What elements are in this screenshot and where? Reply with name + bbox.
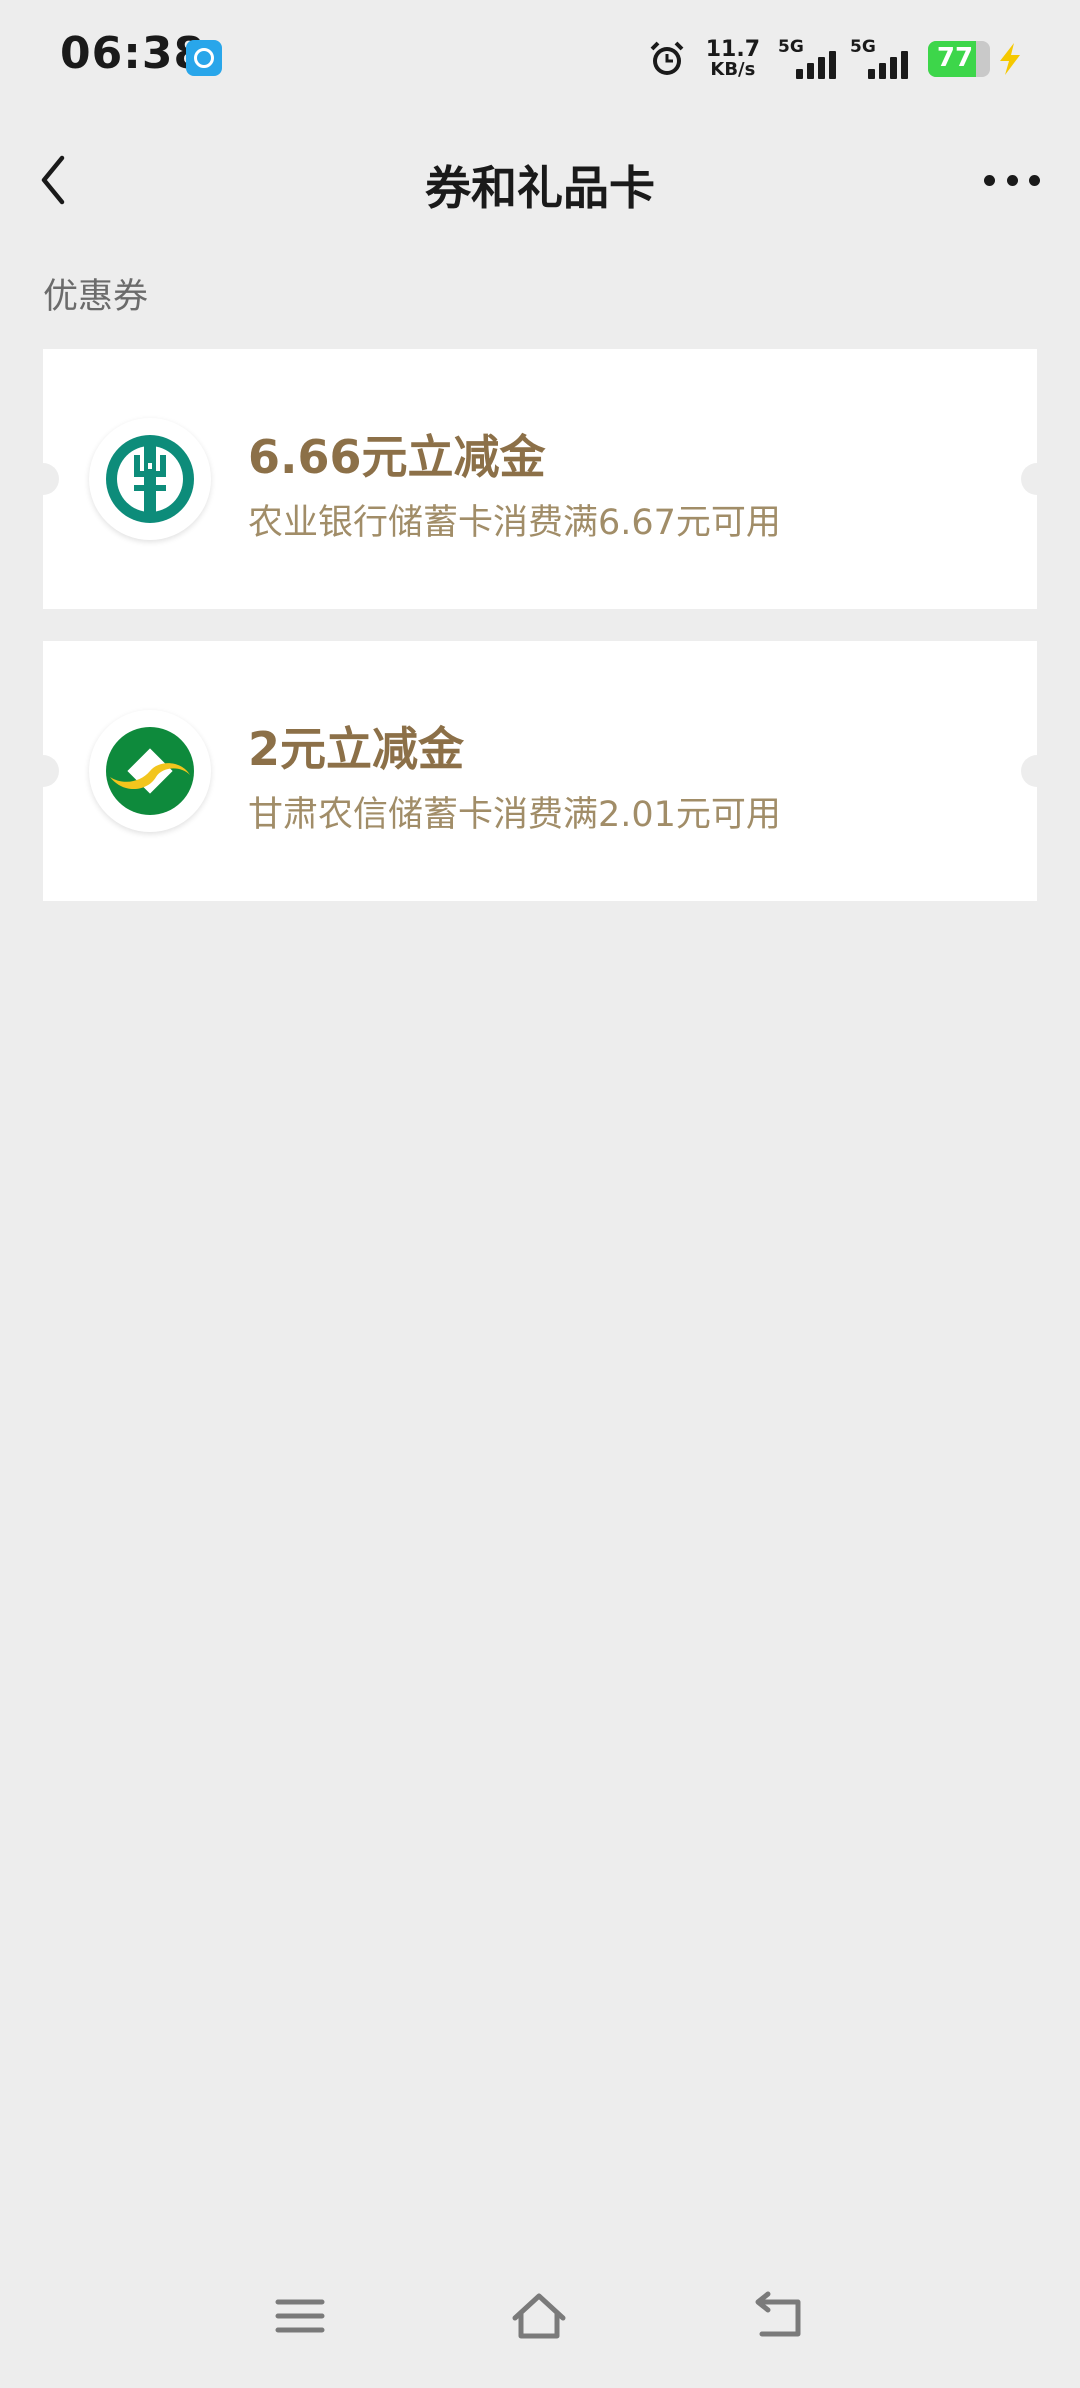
network-speed-value: 11.7 xyxy=(705,37,760,62)
network-speed-unit: KB/s xyxy=(710,59,756,80)
home-icon[interactable] xyxy=(511,2288,567,2344)
signal-bars-icon xyxy=(796,51,836,79)
coupon-title: 6.66元立减金 xyxy=(248,430,546,484)
app-notification-icon xyxy=(186,40,222,76)
status-time: 06:38 xyxy=(60,28,206,79)
charging-bolt-icon xyxy=(1000,43,1020,75)
bank-logo xyxy=(89,710,211,832)
signal-5g-2: 5G xyxy=(850,37,908,81)
alarm-icon xyxy=(650,41,684,75)
more-options-icon[interactable] xyxy=(984,172,1040,188)
coupon-description: 农业银行储蓄卡消费满6.67元可用 xyxy=(248,503,781,543)
section-title: 优惠券 xyxy=(43,277,149,317)
menu-icon[interactable] xyxy=(272,2288,328,2344)
signal-bars-icon xyxy=(868,51,908,79)
battery-level: 77 xyxy=(936,43,974,73)
signal-5g-1: 5G xyxy=(778,37,836,81)
gansu-rural-credit-logo-icon xyxy=(106,727,194,815)
status-icons: 11.7 KB/s 5G 5G 77 xyxy=(648,34,1024,84)
network-speed: 11.7 KB/s xyxy=(706,39,760,79)
back-icon[interactable] xyxy=(752,2288,808,2344)
nav-bar: 券和礼品卡 xyxy=(0,130,1080,230)
coupon-card[interactable]: 6.66元立减金 农业银行储蓄卡消费满6.67元可用 xyxy=(27,349,1053,609)
status-bar: 06:38 11.7 KB/s 5G 5G 77 xyxy=(0,0,1080,110)
coupon-card[interactable]: 2元立减金 甘肃农信储蓄卡消费满2.01元可用 xyxy=(27,641,1053,901)
abc-bank-logo-icon xyxy=(106,435,194,523)
system-navigation-bar xyxy=(0,2238,1080,2388)
coupon-description: 甘肃农信储蓄卡消费满2.01元可用 xyxy=(248,795,781,835)
coupon-title: 2元立减金 xyxy=(248,722,465,776)
bank-logo xyxy=(89,418,211,540)
page-title: 券和礼品卡 xyxy=(425,161,655,215)
battery-icon: 77 xyxy=(928,41,990,77)
